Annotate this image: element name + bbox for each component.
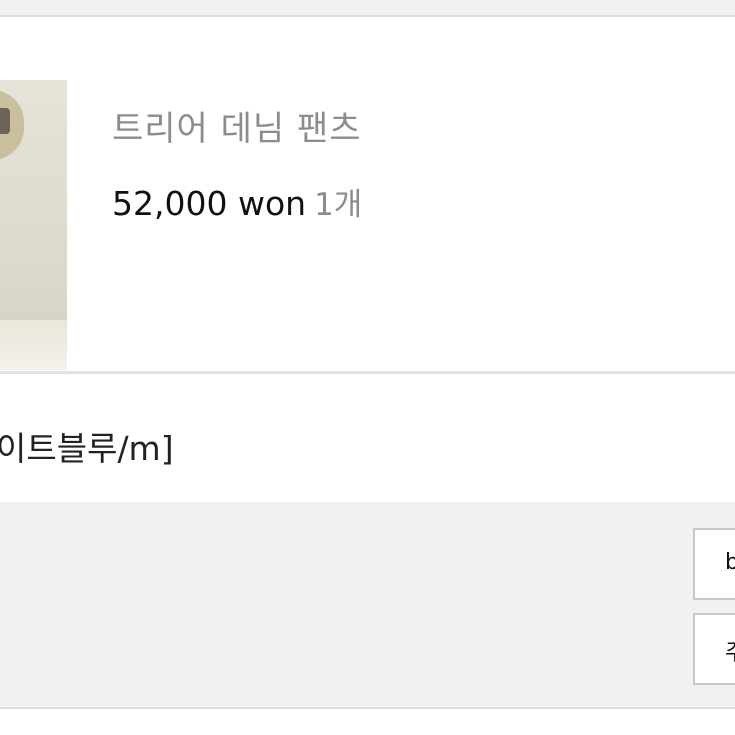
next-item-strip <box>0 709 735 735</box>
action-button-2[interactable]: 주 <box>693 613 735 685</box>
action-area: b 주 <box>0 502 735 707</box>
thumbnail-floor-shape <box>0 320 67 370</box>
action-button-1[interactable]: b <box>693 528 735 600</box>
product-price: 52,000 won <box>112 184 307 223</box>
previous-item-strip <box>0 0 735 17</box>
product-name[interactable]: 트리어 데님 팬츠 <box>112 101 362 150</box>
order-item-row: 트리어 데님 팬츠 52,000 won 1개 <box>0 17 735 371</box>
option-text: 이트블루/m] <box>0 429 174 468</box>
product-quantity: 1개 <box>314 187 363 223</box>
product-thumbnail[interactable] <box>0 80 67 370</box>
thumbnail-strap-shape <box>0 108 10 134</box>
option-row: 이트블루/m] <box>0 374 735 502</box>
price-line: 52,000 won 1개 <box>112 179 362 224</box>
